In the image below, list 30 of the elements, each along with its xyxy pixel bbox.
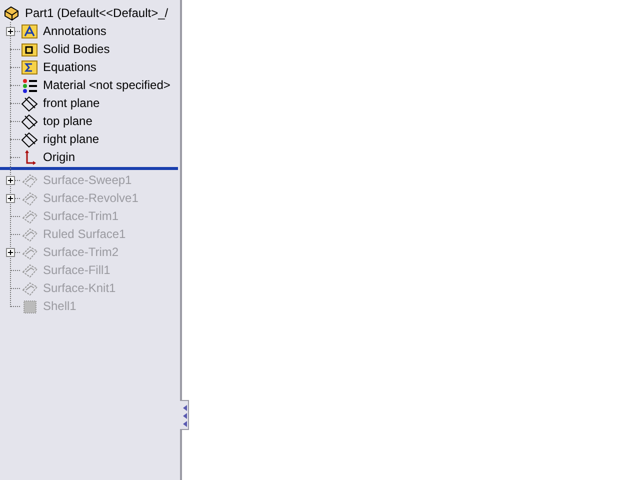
surface-feature-icon — [21, 226, 38, 243]
tree-item[interactable]: Origin — [43, 149, 76, 165]
surface-feature-icon — [21, 208, 38, 225]
part-name[interactable]: Part1 (Default<<Default>_/ — [25, 5, 168, 21]
tree-item[interactable]: right plane — [43, 131, 100, 147]
folder-icon — [21, 41, 38, 58]
surface-feature-icon — [21, 262, 38, 279]
tree-item[interactable]: Material <not specified> — [43, 77, 170, 93]
plane-icon — [21, 95, 38, 112]
sigma-folder-icon — [21, 59, 38, 76]
tree-item[interactable]: front plane — [43, 95, 100, 111]
tree-item[interactable]: Solid Bodies — [43, 41, 110, 57]
surface-feature-icon — [21, 280, 38, 297]
material-icon — [21, 77, 38, 94]
expand-icon[interactable] — [6, 194, 15, 202]
part-icon — [3, 4, 20, 22]
expand-icon[interactable] — [6, 176, 15, 184]
surface-feature-icon — [21, 244, 38, 261]
surface-feature-icon — [21, 190, 38, 207]
tree-item[interactable]: Annotations — [43, 23, 106, 39]
plane-icon — [21, 131, 38, 148]
shell-feature-icon — [21, 298, 38, 315]
annotations-folder-icon — [21, 23, 38, 40]
surface-feature-icon — [21, 172, 38, 189]
collapse-handle[interactable] — [180, 400, 189, 430]
tree-item[interactable]: Equations — [43, 59, 96, 75]
expand-icon[interactable] — [6, 248, 15, 256]
expand-icon[interactable] — [6, 26, 15, 36]
plane-icon — [21, 113, 38, 130]
tree-item[interactable]: top plane — [43, 113, 92, 129]
